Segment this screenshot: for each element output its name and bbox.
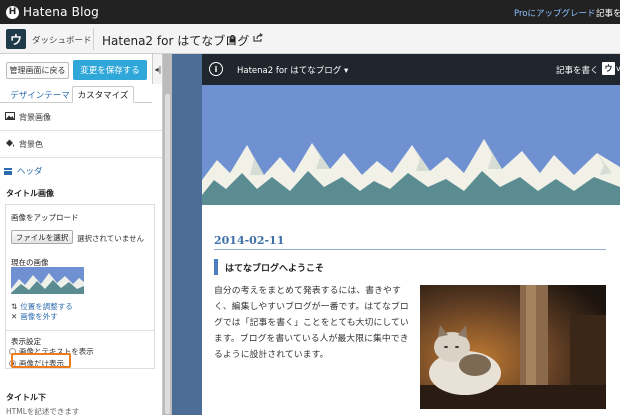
hatena-logo-icon: H bbox=[6, 5, 19, 19]
move-icon: ⇅ bbox=[11, 302, 18, 311]
choose-file-button[interactable]: ファイルを選択 bbox=[11, 230, 73, 244]
below-title-note: HTMLを記述できます bbox=[6, 407, 80, 415]
sidebar-tabs: デザインテーマ カスタマイズ bbox=[0, 84, 152, 103]
annotation-highlight-box bbox=[11, 353, 71, 368]
tab-customize[interactable]: カスタマイズ bbox=[72, 86, 134, 103]
title-image-heading: タイトル画像 bbox=[6, 189, 54, 198]
write-post-link[interactable]: 記事を書 bbox=[596, 7, 620, 19]
user-name-fragment: v bbox=[616, 64, 620, 73]
close-icon: ✕ bbox=[11, 312, 18, 321]
external-link-icon[interactable] bbox=[253, 33, 263, 45]
preview-top-bar: i Hatena2 for はてなブログ ▾ 記事を書く ウ v bbox=[202, 54, 620, 85]
chevron-down-icon[interactable]: ▾ bbox=[240, 35, 244, 43]
dashboard-link[interactable]: ダッシュボード bbox=[32, 34, 92, 46]
blog-preview-frame: i Hatena2 for はてなブログ ▾ 記事を書く ウ v 2014-02… bbox=[202, 54, 620, 415]
save-changes-button[interactable]: 変更を保存する bbox=[73, 60, 147, 80]
divider bbox=[214, 249, 606, 250]
blog-avatar[interactable]: ウ bbox=[6, 29, 26, 49]
blog-preview-area: i Hatena2 for はてなブログ ▾ 記事を書く ウ v 2014-02… bbox=[172, 54, 620, 415]
sidebar-item-background-color[interactable]: 背景色 bbox=[0, 131, 162, 158]
hatena-top-bar: H Hatena Blog Proにアップグレード 記事を書 bbox=[0, 0, 620, 24]
hatena-blog-logo[interactable]: H Hatena Blog bbox=[6, 4, 99, 20]
sidebar-item-label: 背景色 bbox=[19, 140, 43, 149]
blog-header-bar: ウ ダッシュボード Hatena2 for はてなブログ ▾ bbox=[0, 24, 620, 54]
header-mountain-banner bbox=[202, 85, 620, 209]
remove-image-label: 画像を外す bbox=[20, 312, 58, 321]
upload-label: 画像をアップロード bbox=[11, 213, 79, 222]
scrollbar-thumb[interactable] bbox=[165, 94, 170, 414]
cat-photo bbox=[420, 285, 606, 409]
sidebar-item-header[interactable]: ヘッダ bbox=[4, 165, 43, 177]
back-to-admin-button[interactable]: 管理画面に戻る bbox=[6, 62, 69, 79]
title-image-panel: 画像をアップロード ファイルを選択 選択されていません 現在の画像 ⇅ 位置を調… bbox=[5, 204, 155, 369]
preview-blog-title[interactable]: Hatena2 for はてなブログ ▾ bbox=[237, 64, 348, 76]
collapse-sidebar-button[interactable]: ◂| bbox=[152, 54, 162, 84]
hatena-logo-icon[interactable]: i bbox=[209, 62, 223, 76]
sidebar-item-background-image[interactable]: 背景画像 bbox=[0, 104, 162, 131]
no-file-selected-text: 選択されていません bbox=[77, 234, 145, 243]
preview-write-link[interactable]: 記事を書く bbox=[556, 64, 599, 76]
menu-icon bbox=[4, 167, 12, 175]
divider bbox=[6, 330, 154, 331]
pro-upgrade-link[interactable]: Proにアップグレード bbox=[514, 7, 596, 19]
tab-design-theme[interactable]: デザインテーマ bbox=[8, 86, 72, 103]
image-icon bbox=[5, 112, 15, 123]
sidebar-item-label: ヘッダ bbox=[17, 167, 43, 177]
below-title-heading: タイトル下 bbox=[6, 393, 46, 402]
divider bbox=[93, 28, 94, 50]
blog-title[interactable]: Hatena2 for はてなブログ bbox=[102, 32, 249, 49]
sidebar-item-label: 背景画像 bbox=[19, 113, 51, 122]
post-title[interactable]: はてなブログへようこそ bbox=[214, 259, 324, 275]
post-body: 自分の考えをまとめて発表するには、書きやすく、編集しやすいブログが一番です。はて… bbox=[214, 286, 409, 360]
logo-text: Hatena Blog bbox=[23, 5, 99, 19]
paint-bucket-icon bbox=[5, 139, 15, 151]
remove-image-link[interactable]: ✕ 画像を外す bbox=[11, 311, 58, 322]
sidebar-scrollbar[interactable] bbox=[163, 54, 172, 415]
avatar[interactable]: ウ bbox=[602, 62, 615, 75]
post-date[interactable]: 2014-02-11 bbox=[214, 234, 284, 247]
lock-icon bbox=[229, 35, 236, 45]
current-header-thumbnail bbox=[11, 267, 84, 297]
